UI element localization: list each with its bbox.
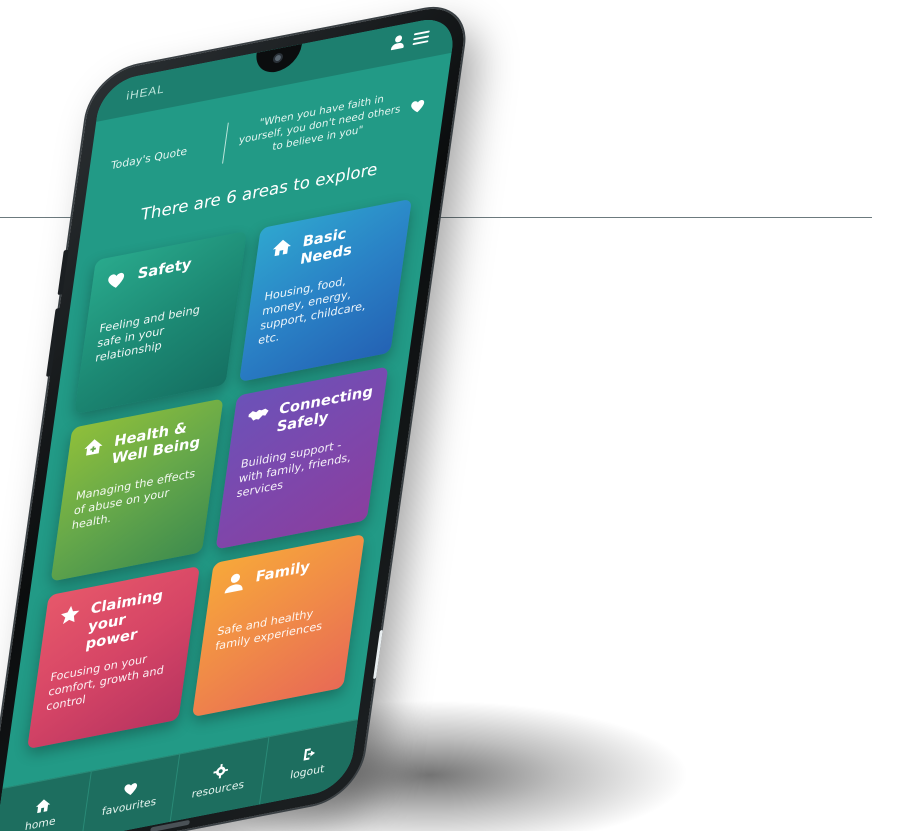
nav-resources[interactable]: resources [170,737,269,822]
profile-icon[interactable] [389,33,407,52]
favourite-quote-heart-icon[interactable] [408,95,428,116]
logout-icon [300,744,320,763]
areas-grid: Safety Feeling and being safe in your re… [27,198,412,750]
nav-home[interactable]: home [0,771,92,831]
card-title: Basic Needs [299,224,354,269]
home-icon [270,235,295,261]
brand-logo: iHEAL [125,81,166,103]
card-title: Family [254,557,312,586]
quote-text: "When you have faith in yourself, you do… [238,93,402,154]
card-claiming-your-power[interactable]: Claiming your power Focusing on your com… [27,565,200,750]
health-house-icon [81,435,106,461]
hamburger-menu-icon[interactable] [412,30,430,46]
heart-icon [105,267,130,293]
quote-label: Today's Quote [110,144,189,172]
gear-icon [211,762,231,781]
nav-home-label: home [24,814,57,831]
nav-logout-label: logout [289,762,326,782]
card-basic-needs[interactable]: Basic Needs Housing, food, money, energy… [239,198,412,383]
card-health-well-being[interactable]: Health & Well Being Managing the effects… [50,398,224,582]
home-icon [33,796,53,815]
handshake-icon [246,402,271,428]
nav-logout[interactable]: logout [259,720,357,804]
card-description: Building support - with family, friends,… [235,437,352,501]
card-description: Focusing on your comfort, growth and con… [45,651,165,714]
card-title: Health & Well Being [110,418,202,468]
card-description: Housing, food, money, energy, support, c… [257,273,367,348]
star-icon [58,602,83,628]
card-connecting-safely[interactable]: Connecting Safely Building support - wit… [215,366,389,550]
power-button [46,307,61,377]
nav-favourites-label: favourites [101,794,158,819]
front-camera [272,52,284,64]
card-family[interactable]: Family Safe and healthy family experienc… [192,533,365,718]
card-safety[interactable]: Safety Feeling and being safe in your re… [74,230,248,415]
card-title: Claiming your power [84,586,165,653]
card-title: Connecting Safely [275,382,375,436]
nav-resources-label: resources [190,777,245,801]
person-icon [222,570,247,596]
card-description: Feeling and being safe in your relations… [94,302,201,365]
frame-glint [373,629,383,680]
quote-divider [222,122,229,164]
volume-button [57,249,69,296]
heart-icon [122,779,142,798]
card-description: Managing the effects of abuse on your he… [70,466,197,533]
nav-favourites[interactable]: favourites [81,754,181,831]
card-title: Safety [136,254,193,283]
camera-notch [253,43,302,77]
